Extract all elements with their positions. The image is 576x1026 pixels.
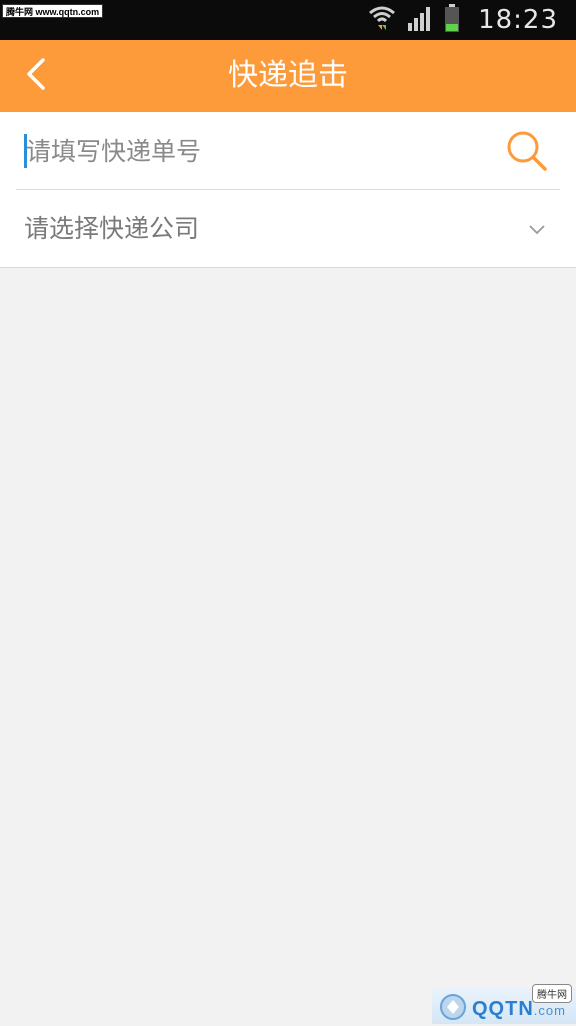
tracking-form: 请选择快递公司 (0, 112, 576, 268)
watermark-label: 腾牛网 www.qqtn.com (2, 4, 103, 18)
text-caret (24, 134, 27, 168)
search-button[interactable] (504, 128, 550, 174)
tracking-number-input[interactable] (24, 112, 484, 190)
globe-icon (438, 992, 468, 1026)
clock: 18:23 (478, 5, 558, 35)
search-icon (504, 159, 550, 178)
wifi-icon (368, 3, 396, 37)
watermark-logo: QQTN.com 腾牛网 (432, 988, 576, 1024)
chevron-left-icon (25, 57, 47, 95)
chevron-down-icon (528, 220, 546, 238)
battery-icon (444, 4, 460, 36)
watermark-badge: 腾牛网 (532, 984, 572, 1003)
company-select[interactable]: 请选择快递公司 (16, 190, 560, 268)
status-icons: 18:23 (368, 0, 558, 40)
signal-icon (406, 5, 434, 35)
page-title: 快递追击 (0, 40, 576, 112)
status-bar: 腾牛网 www.qqtn.com (0, 0, 576, 40)
back-button[interactable] (6, 46, 66, 106)
company-select-label: 请选择快递公司 (24, 190, 199, 268)
tracking-number-row (16, 112, 560, 190)
app-bar: 快递追击 (0, 40, 576, 112)
